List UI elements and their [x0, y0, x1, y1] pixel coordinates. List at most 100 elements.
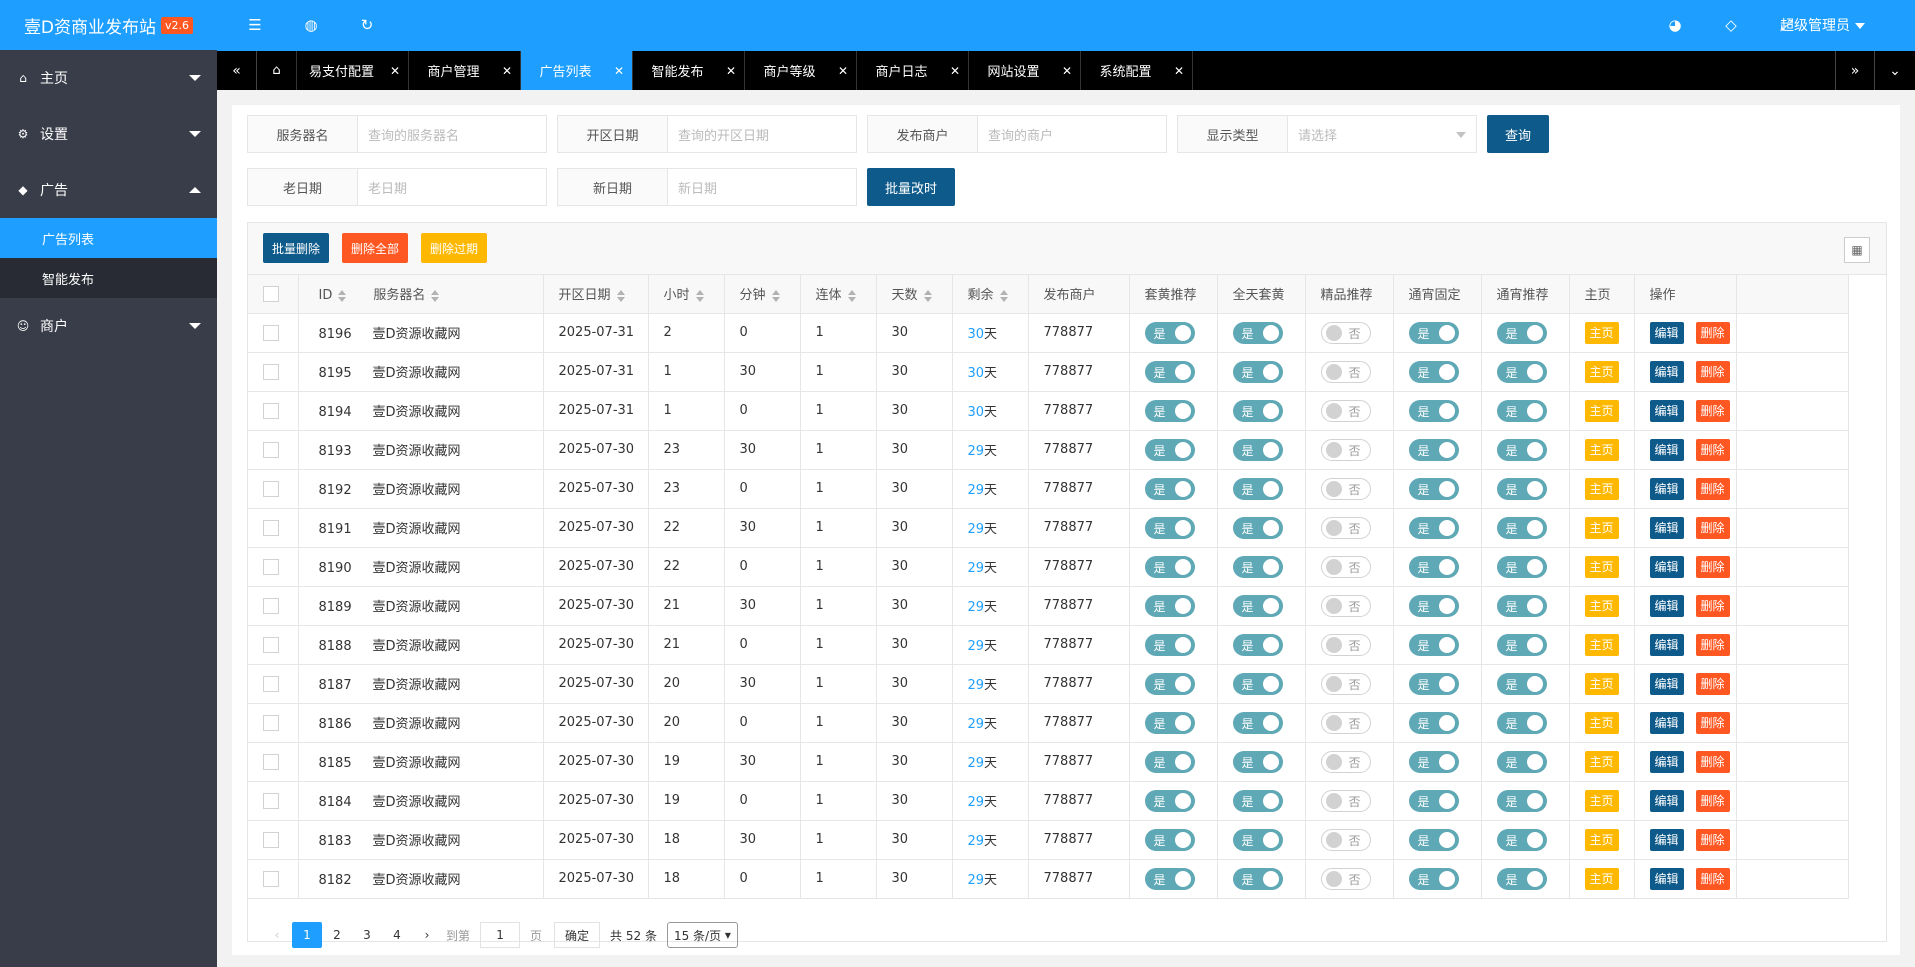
- overnight-rec-switch[interactable]: 是: [1496, 711, 1547, 734]
- overnight-fixed-switch[interactable]: 是: [1408, 399, 1459, 422]
- sort-icon[interactable]: [923, 289, 932, 302]
- tab-site-settings[interactable]: 网站设置 ✕: [969, 51, 1081, 90]
- homepage-button[interactable]: 主页: [1584, 438, 1619, 461]
- taohuang-switch[interactable]: 是: [1144, 477, 1195, 500]
- homepage-button[interactable]: 主页: [1584, 828, 1619, 851]
- page-1[interactable]: 1: [292, 922, 322, 948]
- row-checkbox[interactable]: [263, 636, 279, 653]
- boutique-switch[interactable]: 否: [1320, 633, 1371, 656]
- sidebar-item-merchant[interactable]: ☺ 商户: [0, 298, 217, 354]
- row-checkbox[interactable]: [263, 753, 279, 770]
- page-size-select[interactable]: 15 条/页 ▾: [666, 922, 738, 948]
- taohuang-switch[interactable]: 是: [1144, 633, 1195, 656]
- taohuang-switch[interactable]: 是: [1144, 516, 1195, 539]
- goto-page-input[interactable]: 1: [480, 922, 521, 948]
- row-checkbox[interactable]: [263, 363, 279, 380]
- close-icon[interactable]: ✕: [1062, 64, 1072, 78]
- taohuang-switch[interactable]: 是: [1144, 867, 1195, 890]
- delete-expired-button[interactable]: 删除过期: [421, 233, 488, 263]
- homepage-button[interactable]: 主页: [1584, 789, 1619, 812]
- overnight-fixed-switch[interactable]: 是: [1408, 360, 1459, 383]
- close-icon[interactable]: ✕: [1174, 64, 1184, 78]
- tab-merchant-level[interactable]: 商户等级 ✕: [745, 51, 857, 90]
- batch-change-time-button[interactable]: 批量改时: [867, 168, 956, 206]
- edit-button[interactable]: 编辑: [1649, 399, 1684, 422]
- delete-button[interactable]: 删除: [1695, 477, 1730, 500]
- header-lian[interactable]: 连体: [800, 275, 877, 314]
- close-icon[interactable]: ✕: [390, 64, 400, 78]
- close-icon[interactable]: ✕: [614, 64, 624, 78]
- row-checkbox[interactable]: [263, 480, 279, 497]
- header-minute[interactable]: 分钟: [724, 275, 801, 314]
- delete-all-button[interactable]: 删除全部: [342, 233, 409, 263]
- close-icon[interactable]: ✕: [726, 64, 736, 78]
- row-checkbox[interactable]: [263, 402, 279, 419]
- delete-button[interactable]: 删除: [1695, 672, 1730, 695]
- edit-button[interactable]: 编辑: [1649, 438, 1684, 461]
- overnight-fixed-switch[interactable]: 是: [1408, 321, 1459, 344]
- column-filter-icon[interactable]: ▦: [1844, 237, 1870, 263]
- taohuang-switch[interactable]: 是: [1144, 321, 1195, 344]
- overnight-fixed-switch[interactable]: 是: [1408, 828, 1459, 851]
- allday-switch[interactable]: 是: [1232, 672, 1283, 695]
- overnight-rec-switch[interactable]: 是: [1496, 633, 1547, 656]
- tab-scroll-right-icon[interactable]: »: [1835, 51, 1875, 90]
- tab-home[interactable]: ⌂: [257, 51, 297, 90]
- allday-switch[interactable]: 是: [1232, 828, 1283, 851]
- homepage-button[interactable]: 主页: [1584, 633, 1619, 656]
- edit-button[interactable]: 编辑: [1649, 828, 1684, 851]
- allday-switch[interactable]: 是: [1232, 360, 1283, 383]
- overnight-rec-switch[interactable]: 是: [1496, 828, 1547, 851]
- overnight-fixed-switch[interactable]: 是: [1408, 633, 1459, 656]
- sort-icon[interactable]: [847, 289, 856, 302]
- homepage-button[interactable]: 主页: [1584, 516, 1619, 539]
- overnight-rec-switch[interactable]: 是: [1496, 477, 1547, 500]
- sort-icon[interactable]: [771, 289, 780, 302]
- edit-button[interactable]: 编辑: [1649, 750, 1684, 773]
- overnight-fixed-switch[interactable]: 是: [1408, 477, 1459, 500]
- homepage-button[interactable]: 主页: [1584, 399, 1619, 422]
- allday-switch[interactable]: 是: [1232, 516, 1283, 539]
- allday-switch[interactable]: 是: [1232, 438, 1283, 461]
- edit-button[interactable]: 编辑: [1649, 360, 1684, 383]
- admin-menu[interactable]: 超级管理员: [1780, 15, 1865, 35]
- overnight-fixed-switch[interactable]: 是: [1408, 555, 1459, 578]
- refresh-icon[interactable]: ↻: [357, 15, 377, 35]
- goto-confirm-button[interactable]: 确定: [554, 922, 601, 948]
- header-days[interactable]: 天数: [876, 275, 953, 314]
- taohuang-switch[interactable]: 是: [1144, 594, 1195, 617]
- boutique-switch[interactable]: 否: [1320, 867, 1371, 890]
- edit-button[interactable]: 编辑: [1649, 594, 1684, 617]
- overnight-rec-switch[interactable]: 是: [1496, 360, 1547, 383]
- row-checkbox[interactable]: [263, 324, 279, 341]
- select-all-checkbox[interactable]: [263, 285, 279, 302]
- overnight-rec-switch[interactable]: 是: [1496, 594, 1547, 617]
- homepage-button[interactable]: 主页: [1584, 867, 1619, 890]
- homepage-button[interactable]: 主页: [1584, 672, 1619, 695]
- allday-switch[interactable]: 是: [1232, 750, 1283, 773]
- boutique-switch[interactable]: 否: [1320, 672, 1371, 695]
- overnight-fixed-switch[interactable]: 是: [1408, 438, 1459, 461]
- overnight-rec-switch[interactable]: 是: [1496, 672, 1547, 695]
- merchant-input[interactable]: 查询的商户: [978, 116, 1166, 152]
- sort-icon[interactable]: [616, 289, 625, 302]
- row-checkbox[interactable]: [263, 597, 279, 614]
- homepage-button[interactable]: 主页: [1584, 750, 1619, 773]
- row-checkbox[interactable]: [263, 870, 279, 887]
- query-button[interactable]: 查询: [1487, 115, 1550, 153]
- delete-button[interactable]: 删除: [1695, 321, 1730, 344]
- menu-toggle-icon[interactable]: ☰: [245, 15, 265, 35]
- header-id[interactable]: ID 服务器名: [298, 275, 544, 314]
- globe-icon[interactable]: ◍: [301, 15, 321, 35]
- overnight-fixed-switch[interactable]: 是: [1408, 672, 1459, 695]
- sort-icon[interactable]: [999, 289, 1008, 302]
- overnight-fixed-switch[interactable]: 是: [1408, 594, 1459, 617]
- delete-button[interactable]: 删除: [1695, 438, 1730, 461]
- tab-merchant-manage[interactable]: 商户管理 ✕: [409, 51, 521, 90]
- overnight-rec-switch[interactable]: 是: [1496, 516, 1547, 539]
- allday-switch[interactable]: 是: [1232, 789, 1283, 812]
- new-date-input[interactable]: 新日期: [668, 169, 856, 205]
- allday-switch[interactable]: 是: [1232, 477, 1283, 500]
- sort-icon[interactable]: [338, 289, 347, 302]
- display-type-select[interactable]: 请选择: [1288, 116, 1476, 152]
